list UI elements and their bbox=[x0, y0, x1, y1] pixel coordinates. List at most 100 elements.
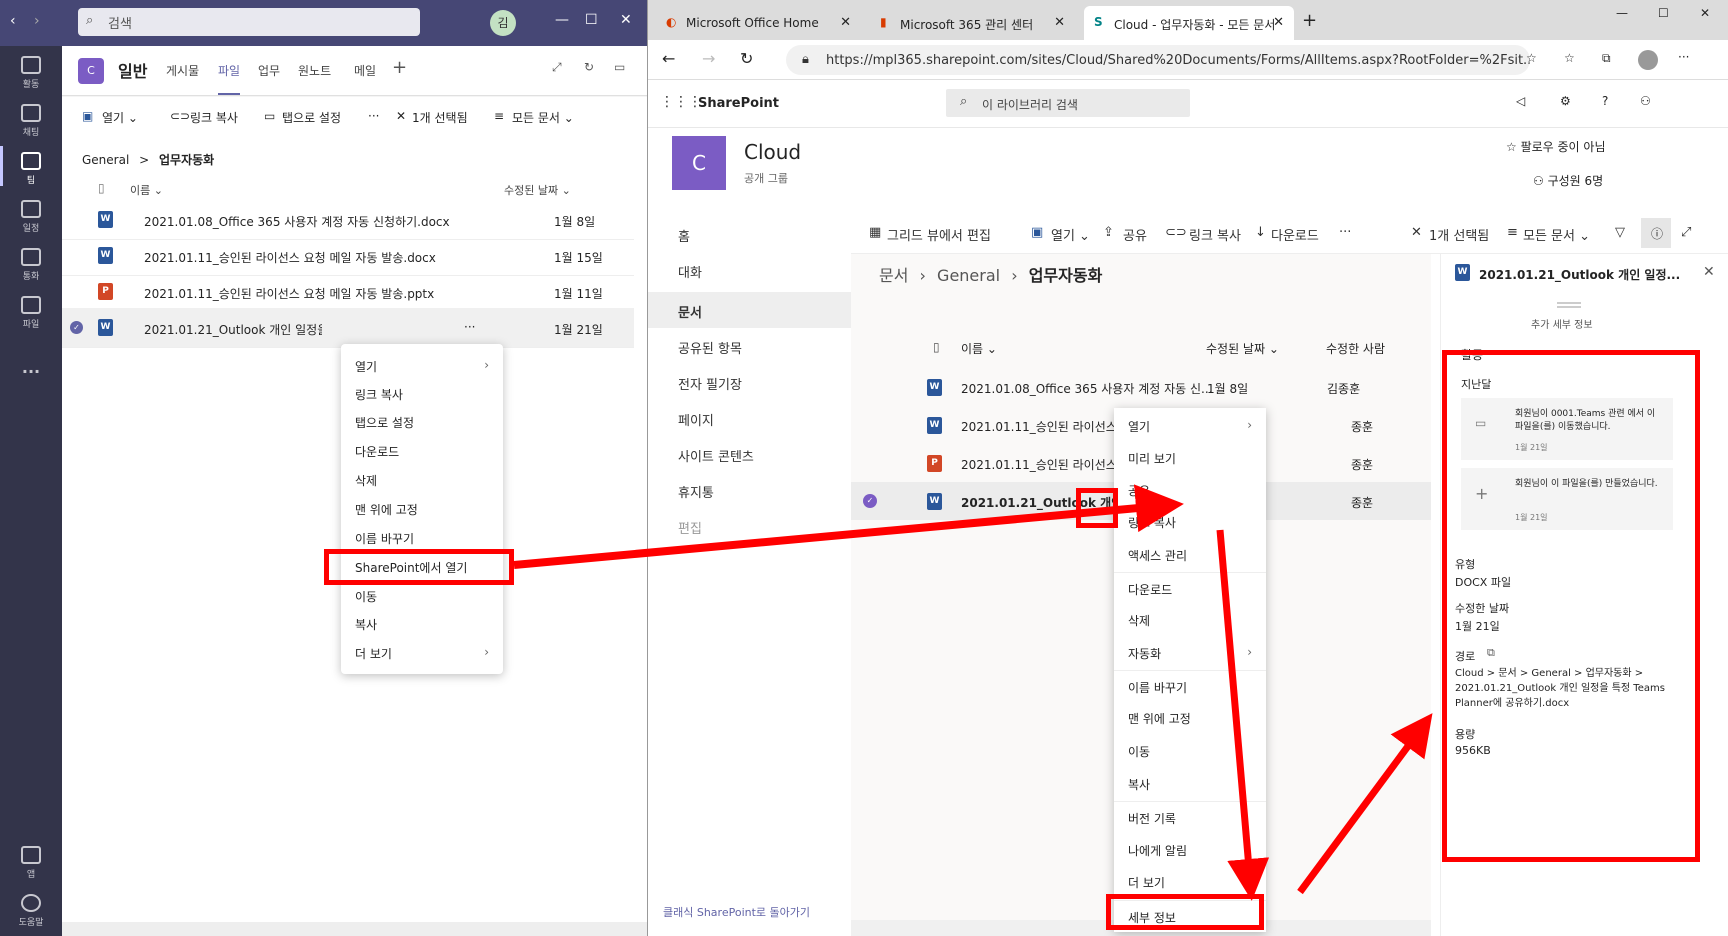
menu-pin[interactable]: 맨 위에 고정 bbox=[1114, 702, 1266, 730]
rail-activity[interactable]: 활동 bbox=[0, 56, 62, 90]
menu-copy-link[interactable]: 링크 복사 bbox=[1114, 506, 1266, 534]
menu-share[interactable]: 공유 bbox=[1114, 474, 1266, 502]
checked-icon[interactable]: ✓ bbox=[863, 494, 877, 508]
column-modified[interactable]: 수정된 날짜 ⌄ bbox=[1206, 340, 1279, 357]
file-name[interactable]: 2021.01.11_승인된 라이선스 요청 메일 자동 발송.pptx bbox=[144, 285, 434, 302]
app-launcher-icon[interactable]: ⋮⋮⋮ bbox=[660, 94, 702, 110]
expand-icon[interactable]: ⤢ bbox=[552, 60, 562, 75]
nav-home[interactable]: 홈 bbox=[678, 226, 690, 245]
menu-download[interactable]: 다운로드 bbox=[341, 435, 503, 463]
library-search-input[interactable]: ⌕ 이 라이브러리 검색 bbox=[946, 89, 1190, 117]
tab-mail[interactable]: 메일 bbox=[354, 62, 376, 79]
table-row[interactable]: P 2021.01.11_승인된 라이선스 요청 메일 자동 발송.pptx 1… bbox=[62, 272, 634, 312]
file-name[interactable]: 2021.01.21_Outlook 개인 일정을 특 bbox=[144, 321, 322, 338]
collections-icon[interactable]: ⧉ bbox=[1602, 51, 1611, 66]
maximize-icon[interactable]: ☐ bbox=[585, 12, 598, 28]
rail-teams[interactable]: 팀 bbox=[0, 146, 62, 186]
menu-copy-link[interactable]: 링크 복사 bbox=[341, 378, 503, 406]
horizontal-scrollbar[interactable] bbox=[62, 922, 647, 936]
table-row[interactable]: W 2021.01.08_Office 365 사용자 계정 자동 신... 1… bbox=[851, 368, 1431, 406]
menu-automate[interactable]: 자동화 › bbox=[1114, 637, 1266, 665]
column-name[interactable]: 이름 ⌄ bbox=[961, 340, 997, 357]
grid-edit-button[interactable]: 그리드 뷰에서 편집 bbox=[887, 225, 991, 244]
back-icon[interactable]: ‹ bbox=[10, 13, 16, 29]
more-button[interactable]: ··· bbox=[1339, 225, 1351, 240]
filter-icon[interactable]: ▽ bbox=[1615, 225, 1625, 240]
nav-pages[interactable]: 페이지 bbox=[678, 410, 714, 429]
file-name[interactable]: 2021.01.08_Office 365 사용자 계정 자동 신... bbox=[961, 380, 1212, 397]
table-row[interactable]: ✓ W 2021.01.21_Outlook 개인 일정을 특 ··· 1월 2… bbox=[62, 308, 634, 348]
menu-rename[interactable]: 이름 바꾸기 bbox=[1114, 670, 1266, 698]
rail-chat[interactable]: 채팅 bbox=[0, 104, 62, 138]
close-icon[interactable]: ✕ bbox=[620, 12, 632, 28]
close-details-icon[interactable]: ✕ bbox=[1703, 264, 1715, 280]
minimize-icon[interactable]: — bbox=[1616, 6, 1628, 20]
rail-apps[interactable]: 앱 bbox=[0, 846, 62, 880]
rail-calls[interactable]: 통화 bbox=[0, 248, 62, 282]
menu-download[interactable]: 다운로드 bbox=[1114, 572, 1266, 600]
tab-posts[interactable]: 게시물 bbox=[166, 62, 199, 79]
back-icon[interactable]: ← bbox=[662, 49, 675, 68]
more-button[interactable]: ··· bbox=[368, 109, 379, 123]
tab-onenote[interactable]: 원노트 bbox=[298, 62, 331, 79]
share-button[interactable]: 공유 bbox=[1123, 225, 1147, 244]
nav-shared[interactable]: 공유된 항목 bbox=[678, 338, 742, 357]
breadcrumb-general[interactable]: General bbox=[82, 153, 129, 167]
favorite-icon[interactable]: ☆ bbox=[1526, 51, 1537, 65]
menu-preview[interactable]: 미리 보기 bbox=[1114, 442, 1266, 470]
menu-move[interactable]: 이동 bbox=[1114, 735, 1266, 763]
rail-files[interactable]: 파일 bbox=[0, 296, 62, 330]
menu-manage-access[interactable]: 액세스 관리 bbox=[1114, 539, 1266, 567]
menu-delete[interactable]: 삭제 bbox=[341, 464, 503, 492]
menu-pin[interactable]: 맨 위에 고정 bbox=[341, 493, 503, 521]
nav-conversations[interactable]: 대화 bbox=[678, 262, 702, 281]
profile-avatar[interactable] bbox=[1638, 50, 1658, 70]
rail-help[interactable]: 도움말 bbox=[0, 894, 62, 928]
site-name[interactable]: Cloud bbox=[744, 140, 801, 164]
search-input[interactable]: ⌕ 검색 bbox=[78, 8, 420, 36]
file-name[interactable]: 2021.01.08_Office 365 사용자 계정 자동 신청하기.doc… bbox=[144, 213, 450, 230]
menu-open[interactable]: 열기 › bbox=[1114, 410, 1266, 438]
follow-button[interactable]: ☆ 팔로우 중이 아님 bbox=[1506, 138, 1606, 155]
menu-set-tab[interactable]: 탭으로 설정 bbox=[341, 406, 503, 434]
column-modified[interactable]: 수정된 날짜 ⌄ bbox=[504, 182, 571, 198]
table-row[interactable]: W 2021.01.08_Office 365 사용자 계정 자동 신청하기.d… bbox=[62, 200, 634, 240]
breadcrumb-docs[interactable]: 문서 bbox=[879, 266, 908, 285]
copy-link-button[interactable]: 링크 복사 bbox=[190, 109, 238, 126]
brand-label[interactable]: SharePoint bbox=[698, 96, 779, 111]
gear-icon[interactable]: ⚙ bbox=[1560, 94, 1571, 108]
download-button[interactable]: 다운로드 bbox=[1271, 225, 1319, 244]
favorites-icon[interactable]: ☆ bbox=[1564, 51, 1575, 65]
site-logo[interactable]: C bbox=[672, 136, 726, 190]
browser-tab-sharepoint[interactable]: S Cloud - 업무자동화 - 모든 문서 ✕ bbox=[1084, 6, 1294, 40]
menu-copy[interactable]: 복사 bbox=[1114, 768, 1266, 796]
minimize-icon[interactable]: — bbox=[555, 12, 569, 28]
classic-link[interactable]: 클래식 SharePoint로 돌아가기 bbox=[663, 904, 810, 920]
megaphone-icon[interactable]: ◁ bbox=[1516, 94, 1525, 108]
nav-edit[interactable]: 편집 bbox=[678, 518, 702, 537]
rail-more[interactable]: ... bbox=[0, 358, 62, 377]
maximize-icon[interactable]: ☐ bbox=[1658, 6, 1669, 20]
column-name[interactable]: 이름 ⌄ bbox=[130, 182, 163, 198]
breadcrumb-general[interactable]: General bbox=[937, 266, 1000, 285]
nav-documents[interactable]: 문서 bbox=[678, 302, 702, 321]
info-pane-button[interactable]: ⓘ bbox=[1641, 218, 1671, 248]
menu-delete[interactable]: 삭제 bbox=[1114, 604, 1266, 632]
more-details-link[interactable]: 추가 세부 정보 bbox=[1531, 316, 1593, 331]
forward-icon[interactable]: › bbox=[34, 13, 40, 29]
tab-tasks[interactable]: 업무 bbox=[258, 62, 280, 79]
column-modified-by[interactable]: 수정한 사람 bbox=[1326, 340, 1385, 357]
avatar[interactable]: 김 bbox=[490, 10, 516, 36]
menu-more[interactable]: 더 보기 › bbox=[1114, 866, 1266, 894]
expand-icon[interactable]: ⤢ bbox=[1681, 225, 1691, 240]
menu-more[interactable]: 더 보기 › bbox=[341, 637, 503, 665]
forward-icon[interactable]: → bbox=[702, 49, 715, 68]
file-name[interactable]: 2021.01.11_승인된 라이선스 요청 메일 자동 발송.docx bbox=[144, 249, 436, 266]
menu-rename[interactable]: 이름 바꾸기 bbox=[341, 522, 503, 550]
close-icon[interactable]: ✕ bbox=[1700, 6, 1710, 20]
help-icon[interactable]: ? bbox=[1602, 94, 1608, 108]
all-docs-button[interactable]: 모든 문서 ⌄ bbox=[1523, 225, 1590, 244]
new-tab-button[interactable]: + bbox=[1302, 10, 1317, 31]
row-more-button[interactable]: ··· bbox=[464, 320, 475, 334]
close-tab-icon[interactable]: ✕ bbox=[840, 15, 851, 30]
